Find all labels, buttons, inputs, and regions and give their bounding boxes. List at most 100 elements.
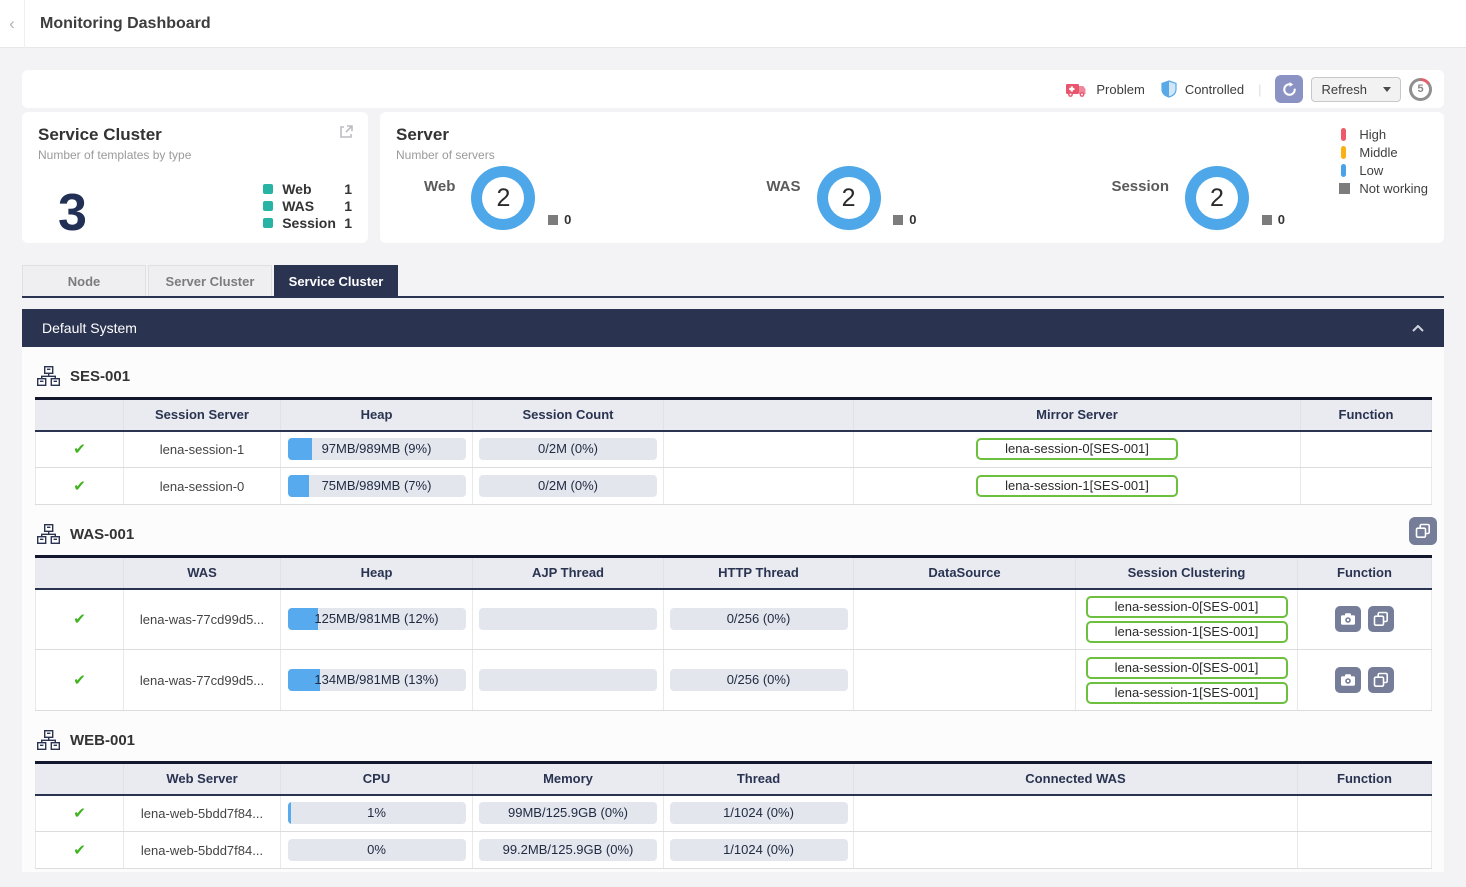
column-header-function: Function — [1298, 763, 1432, 795]
donut-label: Web — [424, 178, 455, 195]
column-header-heap: Heap — [281, 399, 473, 431]
template-type-legend: Web1WAS1Session1 — [263, 181, 352, 231]
controlled-filter[interactable]: Controlled — [1185, 82, 1244, 97]
tab-node[interactable]: Node — [22, 265, 146, 296]
function-cell — [1298, 650, 1432, 711]
session-count-cell: 0/2M (0%) — [473, 468, 664, 505]
http-thread-meter: 0/256 (0%) — [670, 608, 848, 630]
status-legend-high: High — [1339, 127, 1428, 142]
thread-meter: 1/1024 (0%) — [670, 802, 848, 824]
column-header-function: Function — [1298, 557, 1432, 589]
empty-cell — [664, 468, 854, 505]
column-header-http-thread: HTTP Thread — [664, 557, 854, 589]
empty-cell — [1298, 832, 1432, 869]
memory-cell: 99.2MB/125.9GB (0%) — [473, 832, 664, 869]
column-header-mirror-server: Mirror Server — [854, 399, 1301, 431]
tab-server-cluster[interactable]: Server Cluster — [148, 265, 272, 296]
donut-chart: 20 — [817, 166, 881, 230]
cluster-icon — [37, 730, 60, 750]
tab-service-cluster[interactable]: Service Cluster — [274, 265, 398, 296]
session-link-tag[interactable]: lena-session-1[SES-001] — [1086, 621, 1288, 643]
function-copy-button[interactable] — [1368, 667, 1394, 693]
meter-value: 1/1024 (0%) — [670, 802, 848, 824]
donut-chart: 20 — [1185, 166, 1249, 230]
function-camera-button[interactable] — [1335, 606, 1361, 632]
ajp-thread-meter — [479, 608, 657, 630]
cluster-icon — [37, 366, 60, 386]
column-header-blank — [36, 763, 124, 795]
monitor-table-ses-001: Session ServerHeapSession CountMirror Se… — [35, 397, 1432, 505]
status-cell: ✔ — [36, 832, 124, 869]
external-link-icon[interactable] — [338, 124, 354, 145]
status-cell: ✔ — [36, 589, 124, 650]
tabs: NodeServer ClusterService Cluster — [22, 265, 1444, 298]
header-divider — [24, 0, 25, 48]
back-icon[interactable]: ‹ — [0, 14, 24, 34]
legend-value: 1 — [344, 198, 352, 214]
function-cell — [1298, 589, 1432, 650]
ajp-thread-cell — [473, 589, 664, 650]
session-link-tag[interactable]: lena-session-0[SES-001] — [976, 438, 1178, 460]
donut-label: Session — [1111, 178, 1169, 195]
memory-meter: 99MB/125.9GB (0%) — [479, 802, 657, 824]
meter-value: 97MB/989MB (9%) — [288, 438, 466, 460]
column-header-connected-was: Connected WAS — [854, 763, 1298, 795]
monitor-table-was-001: WASHeapAJP ThreadHTTP ThreadDataSourceSe… — [35, 555, 1432, 711]
session-link-tag[interactable]: lena-session-0[SES-001] — [1086, 657, 1288, 679]
status-cell: ✔ — [36, 431, 124, 468]
problem-filter[interactable]: Problem — [1096, 82, 1144, 97]
empty-cell — [854, 589, 1076, 650]
column-header-session-server: Session Server — [124, 399, 281, 431]
session-link-tag[interactable]: lena-session-1[SES-001] — [976, 475, 1178, 497]
heap-cell: 134MB/981MB (13%) — [281, 650, 473, 711]
heap-cell: 75MB/989MB (7%) — [281, 468, 473, 505]
heap-cell: 97MB/989MB (9%) — [281, 431, 473, 468]
function-copy-button[interactable] — [1368, 606, 1394, 632]
refresh-select-label: Refresh — [1321, 82, 1367, 97]
meter-value: 1/1024 (0%) — [670, 839, 848, 861]
collapse-chevron-up-icon[interactable] — [1412, 325, 1424, 332]
meter-value: 99MB/125.9GB (0%) — [479, 802, 657, 824]
status-label: Low — [1359, 163, 1383, 178]
status-ok-check-icon: ✔ — [73, 611, 86, 628]
server-donut-session: Session 20 — [1111, 166, 1249, 230]
server-name-cell: lena-session-0 — [124, 468, 281, 505]
status-swatch — [1341, 128, 1346, 141]
legend-swatch — [263, 201, 273, 211]
http-thread-cell: 0/256 (0%) — [664, 650, 854, 711]
section-title: WAS-001 — [70, 526, 134, 543]
refresh-now-button[interactable] — [1275, 75, 1303, 103]
section-title: WEB-001 — [70, 732, 135, 749]
status-legend: HighMiddleLowNot working — [1339, 127, 1428, 196]
column-header-heap: Heap — [281, 557, 473, 589]
refresh-interval-select[interactable]: Refresh — [1311, 77, 1401, 102]
function-camera-button[interactable] — [1335, 667, 1361, 693]
table-row: ✔lena-session-197MB/989MB (9%)0/2M (0%)l… — [36, 431, 1432, 468]
column-header-blank — [664, 399, 854, 431]
legend-swatch — [263, 218, 273, 228]
server-name-cell: lena-web-5bdd7f84... — [124, 795, 281, 832]
server-name-cell: lena-web-5bdd7f84... — [124, 832, 281, 869]
table-row: ✔ lena-web-5bdd7f84...0%99.2MB/125.9GB (0… — [36, 832, 1432, 869]
meter-value: 0/2M (0%) — [479, 438, 657, 460]
session-count-meter: 0/2M (0%) — [479, 475, 657, 497]
section-copy-all-button[interactable] — [1409, 517, 1437, 545]
status-ok-check-icon: ✔ — [73, 842, 86, 859]
empty-cell — [854, 832, 1298, 869]
countdown-value: 5 — [1412, 81, 1429, 98]
column-header-thread: Thread — [664, 763, 854, 795]
legend-value: 1 — [344, 181, 352, 197]
app-header: ‹ Monitoring Dashboard — [0, 0, 1466, 48]
server-name-cell: lena-was-77cd99d5... — [124, 589, 281, 650]
cpu-cell: 0% — [281, 832, 473, 869]
heap-meter: 134MB/981MB (13%) — [288, 669, 466, 691]
meter-value: 0/256 (0%) — [670, 608, 848, 630]
legend-item-session: Session1 — [263, 215, 352, 231]
donut-value: 2 — [1196, 177, 1238, 219]
heap-meter: 125MB/981MB (12%) — [288, 608, 466, 630]
status-legend-not-working: Not working — [1339, 181, 1428, 196]
sections-panel: SES-001Session ServerHeapSession CountMi… — [22, 347, 1444, 872]
meter-value: 125MB/981MB (12%) — [288, 608, 466, 630]
session-link-tag[interactable]: lena-session-1[SES-001] — [1086, 682, 1288, 704]
session-link-tag[interactable]: lena-session-0[SES-001] — [1086, 596, 1288, 618]
